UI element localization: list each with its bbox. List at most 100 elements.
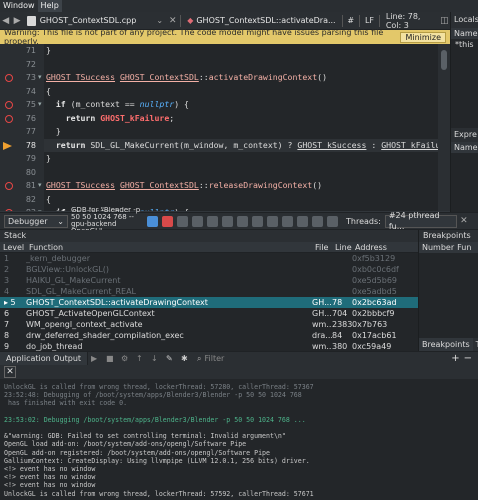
breakpoint-icon[interactable] <box>5 101 13 109</box>
prev-icon[interactable]: ↑ <box>136 354 145 363</box>
stack-cell-file: GH... <box>312 309 332 318</box>
code-line: 79 } <box>0 152 438 166</box>
play-icon[interactable]: ▶ <box>91 354 100 363</box>
stack-cell-addr: 0x2bbbcf9 <box>352 309 395 318</box>
filter-field[interactable]: ⌕ Filter <box>197 353 257 364</box>
output-line: 23:52:48: Debugging of /boot/system/apps… <box>4 391 302 400</box>
fold-icon[interactable]: ▾ <box>38 73 42 81</box>
add-icon[interactable]: + <box>451 353 459 364</box>
snapshot-icon[interactable] <box>282 215 293 227</box>
stack-cell-line: 2383 <box>332 320 352 329</box>
output-pane[interactable]: UnlockGL is called from wrong thread, lo… <box>0 379 478 500</box>
stack-cell-fn: GHOST_ActivateOpenGLContext <box>26 309 155 318</box>
stack-row[interactable]: 7 WM_opengl_context_activate wm... 2383 0x7b… <box>0 319 418 330</box>
line-ending-selector[interactable]: LF <box>362 16 377 25</box>
stack-row[interactable]: 3 HAIKU_GL_MakeCurrent 0xe5d5b69 <box>0 275 418 286</box>
stack-cell-lvl: ▸ 5 <box>4 298 16 307</box>
stack-cell-lvl: 7 <box>4 320 10 329</box>
breakpoints-number-header[interactable]: Number <box>419 242 454 253</box>
thread-select[interactable]: #24 pthread fu... <box>384 211 457 231</box>
stack-row[interactable]: 8 drw_deferred_shader_compilation_exec dra… <box>0 330 418 341</box>
view-icon[interactable] <box>312 215 323 227</box>
breakpoint-icon[interactable] <box>5 74 13 82</box>
locals-row[interactable]: *this <box>451 39 478 50</box>
clear-icon[interactable]: ✎ <box>166 354 175 363</box>
method-icon: ◆ <box>187 16 194 25</box>
stop-icon[interactable]: ■ <box>106 354 115 363</box>
code-line: 71 } <box>0 44 438 58</box>
split-icon[interactable]: ◫ <box>439 12 450 30</box>
editor-scrollbar[interactable] <box>438 44 450 211</box>
breakpoints-panel: Breakpoints Number Fun Breakpoints T <box>418 230 478 351</box>
stack-row[interactable]: 4 SDL_GL_MakeCurrent_REAL 0xe5adbd5 <box>0 286 418 297</box>
symbol-selector[interactable]: ◆ GHOST_ContextSDL::activateDra... <box>183 12 339 30</box>
stack-row[interactable]: 2 BGLView::UnlockGL() 0xb0c0c6df <box>0 264 418 275</box>
hash-label[interactable]: # <box>344 16 357 25</box>
stack-cell-fn: drw_deferred_shader_compilation_exec <box>26 331 184 340</box>
code-line: 74 { <box>0 84 438 98</box>
stack-header: Level Function File Line Address <box>0 242 418 253</box>
stack-cell-lvl: 3 <box>4 276 10 285</box>
continue-icon[interactable] <box>147 215 158 227</box>
tab-threads[interactable]: T <box>473 338 478 351</box>
reverse-icon[interactable] <box>267 215 278 227</box>
close-file-icon[interactable]: ✕ <box>167 12 178 30</box>
close-icon[interactable]: ✕ <box>457 212 471 230</box>
toggle-breakpoint-icon[interactable] <box>237 215 248 227</box>
attach-icon[interactable]: ⚙ <box>121 354 130 363</box>
stack-cell-addr: 0xe5d5b69 <box>352 276 398 285</box>
code-line: 77 } <box>0 125 438 139</box>
expressions-name-header[interactable]: Name <box>451 142 478 153</box>
filter-icon[interactable] <box>327 215 338 227</box>
breakpoint-icon[interactable] <box>5 182 13 190</box>
debugger-mode-select[interactable]: Debugger ⌄ <box>4 214 68 228</box>
breakpoint-icon[interactable] <box>5 114 13 123</box>
settings-icon[interactable]: ✱ <box>181 354 190 363</box>
remove-icon[interactable]: − <box>464 353 472 364</box>
fold-icon[interactable]: ▾ <box>38 100 42 108</box>
locals-title: Locals <box>451 12 478 28</box>
cursor-position[interactable]: Line: 78, Col: 3 <box>382 12 439 30</box>
output-line: OpenGL add-on registered: /boot/system/a… <box>4 448 270 457</box>
stack-cell-addr: 0x17acb61 <box>352 331 397 340</box>
fold-icon[interactable]: ▾ <box>38 181 42 189</box>
back-icon[interactable]: ◀ <box>0 12 11 30</box>
code-editor[interactable]: 71 } 72 73 ▾ GHOST_TSuccess GHOST_Context… <box>0 44 438 211</box>
output-title: Application Output <box>0 351 89 366</box>
menu-help[interactable]: Help <box>37 0 62 12</box>
step-into-icon[interactable] <box>192 215 203 227</box>
step-over-icon[interactable] <box>177 215 188 227</box>
stack-cell-lvl: 8 <box>4 331 10 340</box>
output-line: 23:53:02: Debugging /boot/system/apps/Bl… <box>4 415 306 424</box>
forward-icon[interactable]: ▶ <box>11 12 22 30</box>
tab-breakpoints[interactable]: Breakpoints <box>419 338 473 351</box>
output-tabs-row: ✕ <box>0 365 478 379</box>
step-out-icon[interactable] <box>207 215 218 227</box>
breakpoint-icon[interactable] <box>5 209 13 211</box>
code-line: 82 { <box>0 192 438 206</box>
menu-window[interactable]: Window <box>0 0 38 12</box>
fold-icon[interactable]: ▾ <box>38 208 42 211</box>
code-line: 81 ▾ GHOST_TSuccess GHOST_ContextSDL::rel… <box>0 179 438 193</box>
breakpoints-function-header[interactable]: Fun <box>454 242 471 253</box>
next-icon[interactable]: ↓ <box>151 354 160 363</box>
output-line: &"warning: GDB: Failed to set controllin… <box>4 432 286 441</box>
stack-cell-line: 704 <box>332 309 348 318</box>
code-line: 73 ▾ GHOST_TSuccess GHOST_ContextSDL::act… <box>0 71 438 85</box>
stack-row[interactable]: 6 GHOST_ActivateOpenGLContext GH... 704 0x2b… <box>0 308 418 319</box>
restart-icon[interactable] <box>222 215 233 227</box>
minimize-button[interactable]: Minimize <box>400 31 446 43</box>
operate-by-instruction-icon[interactable] <box>252 215 263 227</box>
warning-bar: Warning: This file is not part of any pr… <box>0 28 450 46</box>
options-icon[interactable] <box>297 215 308 227</box>
stop-icon[interactable] <box>162 215 173 227</box>
locals-name-header[interactable]: Name <box>451 28 478 39</box>
output-line: GalliumContext: CreateDisplay: Using llv… <box>4 456 310 465</box>
stack-row-selected[interactable]: ▸ 5 GHOST_ContextSDL::activateDrawingCont… <box>0 297 418 308</box>
open-file-selector[interactable]: GHOST_ContextSDL.cpp ⌄ <box>23 12 167 30</box>
threads-label: Threads: <box>346 216 381 226</box>
close-output-icon[interactable]: ✕ <box>4 366 16 378</box>
stack-row[interactable]: 1 _kern_debugger 0xf5b3129 <box>0 253 418 264</box>
chevron-down-icon: ⌄ <box>156 16 164 25</box>
search-icon: ⌕ <box>197 353 202 363</box>
